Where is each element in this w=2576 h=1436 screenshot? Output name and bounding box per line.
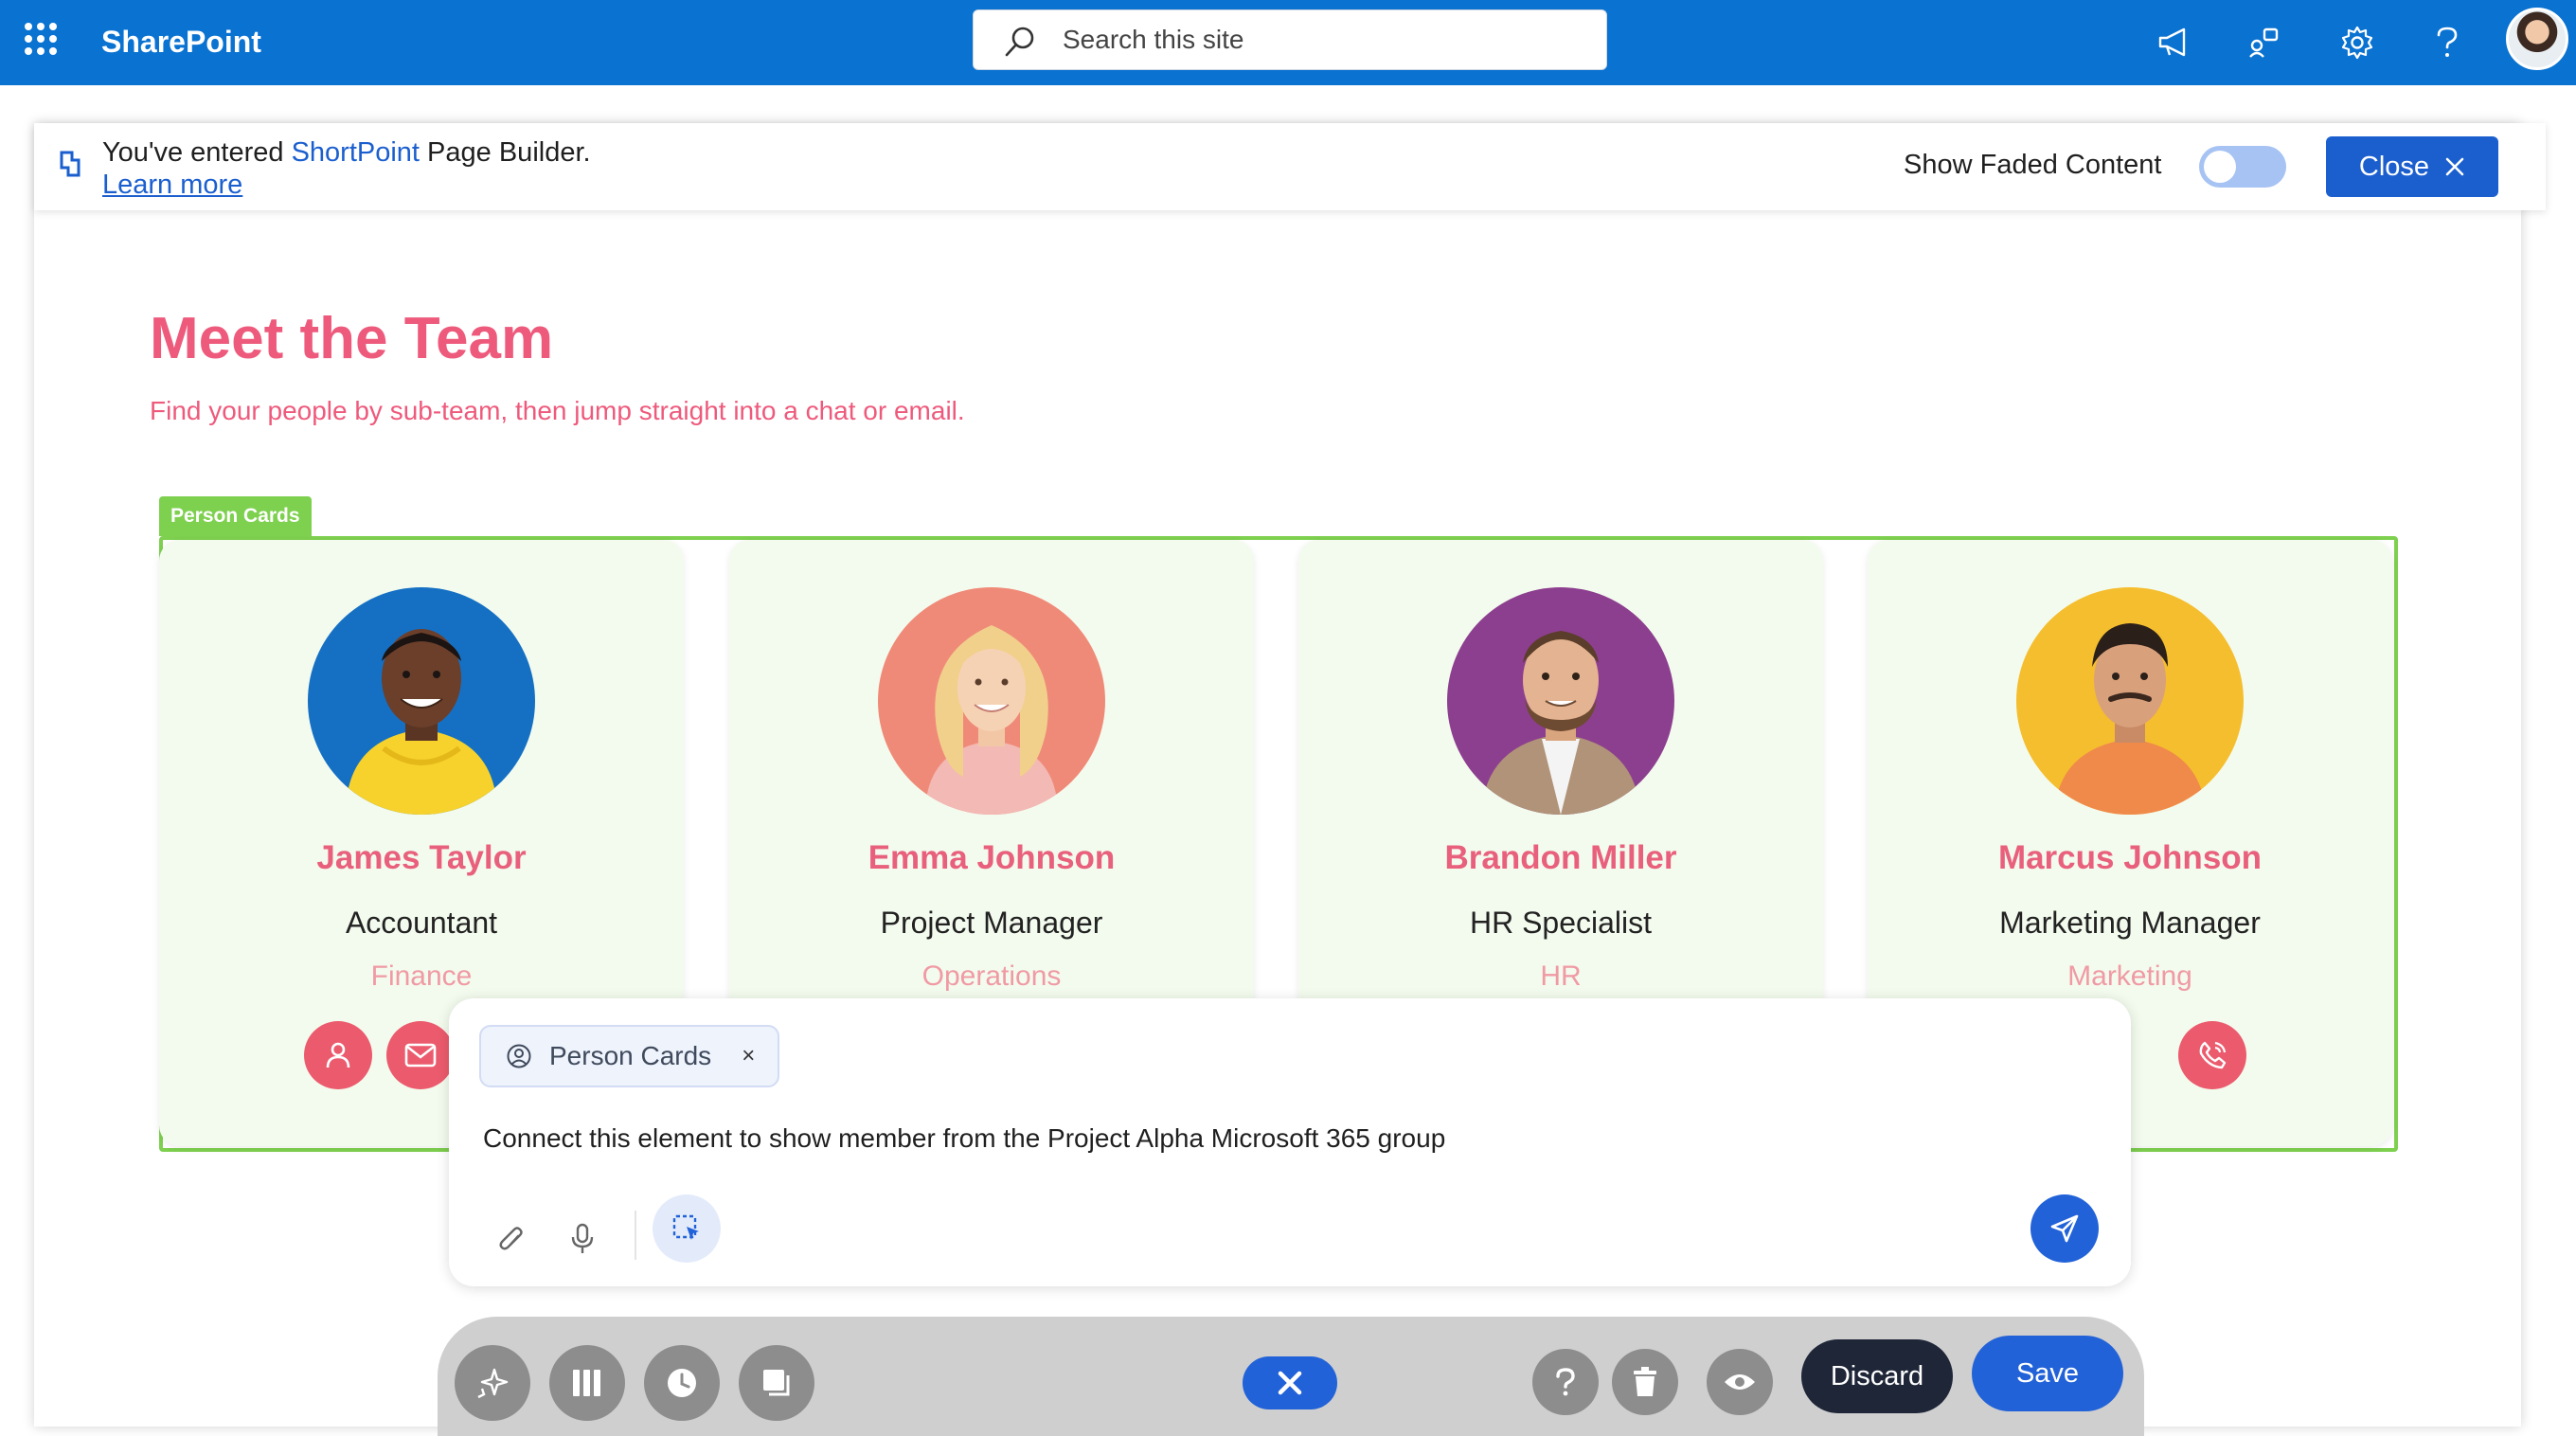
site-search[interactable] <box>973 9 1607 70</box>
search-icon <box>1005 27 1034 57</box>
person-role: Project Manager <box>880 906 1103 940</box>
layers-icon <box>763 1370 790 1396</box>
history-button[interactable] <box>644 1345 720 1421</box>
layers-button[interactable] <box>739 1345 814 1421</box>
clock-icon <box>668 1369 696 1397</box>
person-photo <box>2016 587 2244 815</box>
mail-icon <box>404 1043 437 1068</box>
phone-icon <box>2199 1041 2227 1069</box>
help-icon <box>1556 1368 1575 1396</box>
context-chip[interactable]: Person Cards × <box>479 1025 780 1087</box>
delete-button[interactable] <box>1612 1349 1678 1415</box>
help-button[interactable] <box>1532 1349 1599 1415</box>
paperclip-icon <box>499 1227 523 1250</box>
sparkle-icon <box>477 1368 509 1399</box>
ai-assistant-button[interactable] <box>455 1345 530 1421</box>
select-element-icon <box>672 1214 699 1240</box>
person-department: Marketing <box>2067 960 2192 992</box>
person-department: HR <box>1540 960 1582 992</box>
call-button[interactable] <box>2178 1021 2246 1089</box>
ai-prompt-panel: Person Cards × Connect this element to s… <box>449 998 2131 1286</box>
columns-icon <box>573 1370 600 1396</box>
builder-toolbar: Discard Save <box>438 1317 2144 1436</box>
gear-icon[interactable] <box>2334 19 2381 66</box>
app-title[interactable]: SharePoint <box>101 21 261 63</box>
trash-icon <box>1634 1367 1656 1396</box>
person-name: Emma Johnson <box>868 839 1116 876</box>
person-photo <box>878 587 1105 815</box>
shortpoint-logo-icon <box>60 151 80 177</box>
user-avatar[interactable] <box>2506 8 2568 70</box>
share-icon[interactable] <box>2242 19 2289 66</box>
person-role: Marketing Manager <box>1999 906 2261 940</box>
builder-banner-text: You've entered ShortPoint Page Builder. <box>102 137 591 168</box>
toolbar-divider <box>635 1211 636 1260</box>
app-launcher-icon[interactable] <box>25 23 57 55</box>
person-name: Brandon Miller <box>1444 839 1677 876</box>
person-role: Accountant <box>345 906 498 940</box>
person-department: Finance <box>370 960 473 992</box>
person-name: Marcus Johnson <box>1997 839 2263 876</box>
close-icon <box>2445 157 2464 176</box>
close-builder-button[interactable]: Close <box>2326 136 2498 197</box>
close-button-label: Close <box>2358 151 2430 182</box>
email-button[interactable] <box>386 1021 455 1089</box>
toggle-knob <box>2204 151 2236 183</box>
eye-icon <box>1725 1374 1755 1390</box>
page-subtitle: Find your people by sub-team, then jump … <box>150 396 965 425</box>
megaphone-icon[interactable] <box>2151 19 2198 66</box>
person-icon <box>326 1042 350 1068</box>
search-input[interactable] <box>1063 10 1593 69</box>
help-icon[interactable] <box>2424 19 2471 66</box>
send-button[interactable] <box>2030 1194 2099 1263</box>
person-department: Operations <box>921 960 1062 992</box>
context-chip-label: Person Cards <box>549 1041 712 1070</box>
person-role: HR Specialist <box>1469 906 1653 940</box>
person-photo <box>1447 587 1674 815</box>
builder-banner: You've entered ShortPoint Page Builder. … <box>34 123 2546 210</box>
voice-input-button[interactable] <box>560 1216 605 1262</box>
preview-button[interactable] <box>1707 1349 1773 1415</box>
discard-button[interactable]: Discard <box>1801 1339 1953 1413</box>
show-faded-content-toggle[interactable] <box>2199 146 2286 188</box>
cancel-ai-button[interactable] <box>1243 1356 1337 1409</box>
columns-button[interactable] <box>549 1345 625 1421</box>
page-title: Meet the Team <box>150 301 553 377</box>
attach-button[interactable] <box>489 1216 534 1262</box>
microphone-icon <box>571 1223 594 1253</box>
send-icon <box>2050 1214 2079 1243</box>
profile-button[interactable] <box>304 1021 372 1089</box>
element-tag[interactable]: Person Cards <box>159 496 312 536</box>
person-circle-icon <box>507 1044 531 1068</box>
learn-more-link[interactable]: Learn more <box>102 169 242 201</box>
person-name: James Taylor <box>316 839 527 876</box>
person-photo <box>308 587 535 815</box>
close-icon <box>1278 1371 1302 1395</box>
suite-bar: SharePoint <box>0 0 2576 85</box>
select-element-button[interactable] <box>653 1194 721 1263</box>
show-faded-content-label: Show Faded Content <box>1904 150 2162 180</box>
save-button[interactable]: Save <box>1972 1336 2123 1411</box>
prompt-input[interactable]: Connect this element to show member from… <box>483 1120 1998 1158</box>
remove-chip-button[interactable]: × <box>742 1043 755 1069</box>
